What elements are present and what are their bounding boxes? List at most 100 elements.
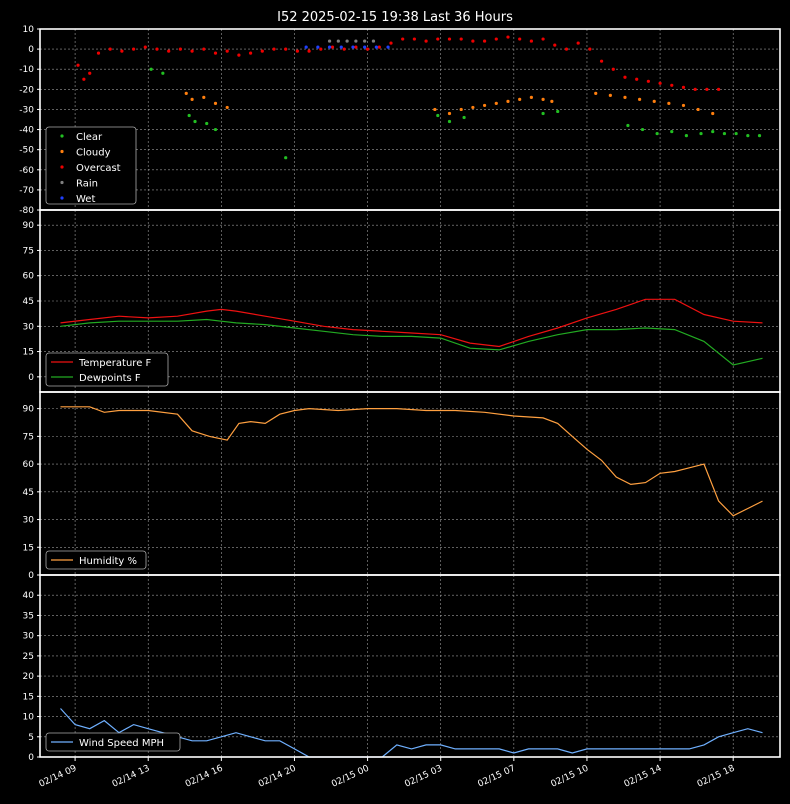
y-tick-label: 0 bbox=[28, 45, 34, 55]
scatter-point bbox=[459, 107, 463, 112]
scatter-point bbox=[506, 35, 510, 39]
scatter-point bbox=[225, 49, 229, 53]
scatter-point bbox=[658, 81, 662, 85]
scatter-point bbox=[471, 39, 475, 43]
scatter-point bbox=[412, 37, 416, 41]
scatter-point bbox=[339, 45, 343, 49]
scatter-point bbox=[190, 97, 194, 101]
scatter-point bbox=[389, 41, 393, 45]
scatter-point bbox=[304, 45, 308, 49]
figure-background bbox=[0, 0, 790, 804]
y-tick-label: 75 bbox=[23, 246, 34, 256]
scatter-point bbox=[705, 87, 709, 91]
scatter-point bbox=[213, 51, 218, 55]
scatter-point bbox=[711, 129, 715, 134]
y-tick-label: 15 bbox=[23, 692, 34, 702]
scatter-point bbox=[681, 85, 686, 89]
scatter-point bbox=[374, 45, 378, 49]
legend-label: Wind Speed MPH bbox=[79, 738, 164, 749]
y-tick-label: 15 bbox=[23, 348, 34, 358]
y-tick-label: 75 bbox=[23, 432, 34, 442]
scatter-point bbox=[693, 87, 697, 91]
scatter-point bbox=[213, 127, 218, 132]
legend-marker bbox=[60, 134, 64, 138]
y-tick-label: 10 bbox=[23, 25, 35, 35]
scatter-point bbox=[608, 93, 612, 97]
scatter-point bbox=[327, 45, 332, 49]
y-tick-label: -50 bbox=[19, 146, 34, 156]
scatter-point bbox=[354, 39, 358, 43]
legend-label: Humidity % bbox=[79, 556, 137, 567]
scatter-point bbox=[722, 131, 727, 136]
scatter-point bbox=[307, 49, 311, 53]
scatter-point bbox=[190, 49, 194, 53]
scatter-point bbox=[518, 37, 522, 41]
scatter-point bbox=[459, 37, 463, 41]
scatter-point bbox=[541, 97, 545, 101]
scatter-point bbox=[96, 51, 101, 55]
scatter-point bbox=[108, 47, 112, 51]
scatter-point bbox=[363, 45, 367, 49]
scatter-point bbox=[167, 49, 171, 53]
y-tick-label: -70 bbox=[19, 186, 34, 196]
scatter-point bbox=[518, 97, 522, 101]
legend-label: Dewpoints F bbox=[79, 373, 141, 384]
scatter-point bbox=[611, 67, 615, 71]
chart-title: I52 2025-02-15 19:38 Last 36 Hours bbox=[277, 10, 513, 25]
legend-label: Clear bbox=[76, 132, 103, 143]
scatter-point bbox=[564, 47, 569, 51]
scatter-point bbox=[187, 113, 191, 118]
scatter-point bbox=[482, 103, 487, 108]
y-tick-label: -60 bbox=[19, 166, 34, 176]
scatter-point bbox=[213, 101, 218, 106]
scatter-point bbox=[684, 133, 689, 138]
scatter-point bbox=[588, 47, 592, 51]
scatter-point bbox=[482, 39, 487, 43]
scatter-point bbox=[594, 91, 598, 95]
scatter-point bbox=[711, 111, 715, 116]
scatter-point bbox=[120, 49, 124, 53]
scatter-point bbox=[626, 123, 630, 128]
scatter-point bbox=[734, 131, 738, 136]
y-tick-label: 60 bbox=[23, 272, 35, 282]
scatter-point bbox=[670, 129, 674, 134]
y-tick-label: 0 bbox=[28, 753, 34, 763]
y-tick-label: 90 bbox=[23, 221, 35, 231]
scatter-point bbox=[550, 99, 554, 103]
y-tick-label: -30 bbox=[19, 105, 34, 115]
scatter-point bbox=[161, 71, 165, 75]
legend-label: Temperature F bbox=[78, 358, 152, 369]
legend-label: Cloudy bbox=[76, 148, 111, 159]
y-tick-label: 10 bbox=[23, 713, 35, 723]
scatter-point bbox=[272, 47, 276, 51]
scatter-point bbox=[363, 39, 367, 43]
scatter-point bbox=[143, 45, 147, 49]
scatter-point bbox=[494, 101, 498, 106]
scatter-point bbox=[447, 37, 452, 41]
scatter-point bbox=[205, 121, 209, 126]
scatter-point bbox=[757, 133, 762, 138]
scatter-point bbox=[377, 45, 381, 49]
legend-marker bbox=[60, 149, 64, 154]
scatter-point bbox=[342, 47, 346, 51]
y-tick-label: 0 bbox=[28, 373, 34, 383]
scatter-point bbox=[699, 131, 703, 136]
scatter-point bbox=[635, 77, 639, 81]
scatter-point bbox=[506, 99, 510, 103]
scatter-point bbox=[681, 103, 686, 108]
scatter-point bbox=[541, 111, 545, 116]
y-tick-label: -20 bbox=[19, 85, 34, 95]
scatter-point bbox=[225, 105, 229, 110]
legend-marker bbox=[60, 180, 64, 185]
scatter-point bbox=[529, 95, 533, 99]
scatter-point bbox=[716, 87, 721, 91]
y-tick-label: 30 bbox=[23, 516, 35, 526]
scatter-point bbox=[131, 47, 136, 51]
scatter-point bbox=[386, 45, 390, 49]
scatter-point bbox=[462, 115, 466, 120]
scatter-point bbox=[424, 39, 428, 43]
scatter-point bbox=[670, 83, 674, 87]
scatter-point bbox=[336, 39, 340, 43]
scatter-point bbox=[316, 45, 320, 49]
scatter-point bbox=[471, 105, 475, 110]
